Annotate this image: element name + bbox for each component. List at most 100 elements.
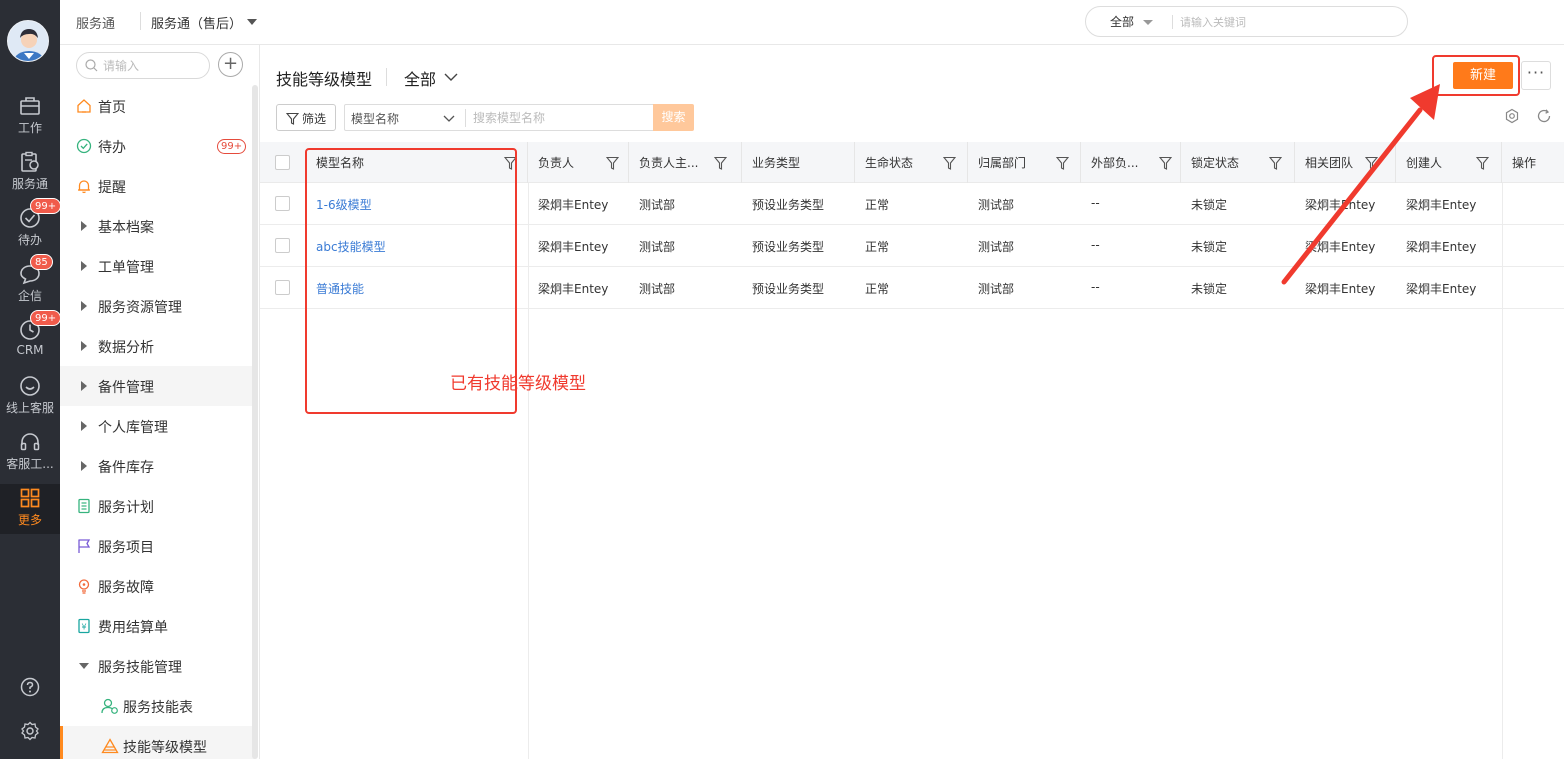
rail-item-4[interactable]: 企信 85 [0, 254, 60, 316]
home-icon [76, 98, 92, 114]
menu-item[interactable]: 技能等级模型 [60, 726, 255, 759]
menu-item[interactable]: 提醒 [60, 166, 255, 206]
module-menu: + 首页待办 99+ 提醒基本档案工单管理服务资源管理数据分析备件管理个人库管理备件… [60, 45, 260, 759]
column-filter-icon[interactable] [942, 156, 957, 174]
menu-item[interactable]: ¥ 费用结算单 [60, 606, 255, 646]
global-search-scope[interactable]: 全部 [1110, 13, 1134, 30]
menu-search [76, 52, 210, 79]
breadcrumb-module[interactable]: 服务通（售后） [151, 13, 242, 32]
row-checkbox[interactable] [275, 196, 290, 211]
menu-item-label: 服务技能管理 [98, 660, 182, 676]
column-filter-icon[interactable] [713, 156, 728, 174]
menu-item[interactable]: 服务资源管理 [60, 286, 255, 326]
table-cell: 测试部 [978, 240, 1015, 254]
yuan-doc-icon: ¥ [76, 618, 92, 634]
column-filter-icon[interactable] [1475, 156, 1490, 174]
menu-item[interactable]: 备件库存 [60, 446, 255, 486]
add-menu-button[interactable]: + [218, 52, 243, 77]
rail-item-1[interactable]: 工作 [0, 92, 60, 148]
menu-item[interactable]: 个人库管理 [60, 406, 255, 446]
menu-item[interactable]: 数据分析 [60, 326, 255, 366]
more-actions-button[interactable]: ··· [1521, 61, 1551, 90]
column-header[interactable]: 生命状态 [855, 142, 968, 183]
menu-item-label: 技能等级模型 [123, 740, 207, 756]
menu-item[interactable]: 基本档案 [60, 206, 255, 246]
rail-item-3[interactable]: 待办 99+ [0, 198, 62, 260]
settings-gear-icon[interactable] [0, 721, 60, 745]
chevron-down-icon[interactable] [444, 71, 458, 81]
menu-search-input[interactable] [103, 57, 203, 75]
refresh-icon[interactable] [1536, 108, 1552, 128]
column-header[interactable]: 负责人主... [629, 142, 742, 183]
column-header[interactable]: 外部负... [1081, 142, 1181, 183]
rail-item-label: 线上客服 [5, 401, 54, 415]
table-cell: -- [1091, 196, 1100, 210]
search-divider [465, 109, 466, 127]
column-filter-icon[interactable] [1158, 156, 1173, 174]
breadcrumb-app[interactable]: 服务通 [76, 13, 115, 32]
column-header[interactable]: 业务类型 [742, 142, 855, 183]
filter-icon [286, 112, 299, 125]
menu-scrollbar[interactable] [252, 85, 258, 759]
menu-item-label: 个人库管理 [98, 420, 168, 436]
chevron-down-icon[interactable] [247, 19, 257, 25]
settings-icon[interactable] [1504, 108, 1520, 128]
bell-icon [76, 178, 92, 194]
column-header[interactable]: 归属部门 [968, 142, 1081, 183]
menu-item[interactable]: 服务计划 [60, 486, 255, 526]
global-search-input[interactable] [1180, 12, 1390, 32]
list-search-input[interactable] [473, 109, 648, 127]
avatar[interactable] [7, 20, 49, 62]
caret-right-icon [81, 341, 87, 351]
column-filter-icon[interactable] [605, 156, 620, 174]
column-header[interactable]: 负责人 [528, 142, 629, 183]
search-button[interactable]: 搜索 [653, 104, 694, 131]
menu-item[interactable]: 待办 99+ [60, 126, 255, 166]
menu-item[interactable]: 工单管理 [60, 246, 255, 286]
rail-item-label: 客服工... [6, 457, 54, 471]
menu-item[interactable]: 服务项目 [60, 526, 255, 566]
menu-item[interactable]: 首页 [60, 86, 255, 126]
check-circle-icon [76, 138, 92, 154]
caret-right-icon [81, 461, 87, 471]
table-cell: 正常 [865, 282, 890, 296]
select-all-checkbox[interactable] [275, 155, 290, 170]
row-checkbox[interactable] [275, 280, 290, 295]
column-filter-icon[interactable] [1055, 156, 1070, 174]
menu-item[interactable]: 服务技能管理 [60, 646, 255, 686]
svg-text:¥: ¥ [81, 623, 86, 632]
filter-button[interactable]: 筛选 [276, 104, 336, 131]
column-header[interactable]: 操作 [1502, 142, 1564, 183]
row-checkbox[interactable] [275, 238, 290, 253]
menu-item-label: 备件管理 [98, 380, 154, 396]
column-header-label: 生命状态 [865, 156, 914, 170]
caret-down-icon[interactable] [1143, 20, 1153, 25]
column-header-label: 外部负... [1091, 156, 1139, 170]
briefcase-icon [0, 95, 60, 117]
menu-item-label: 服务资源管理 [98, 300, 182, 316]
global-search: 全部 [1085, 6, 1408, 37]
rail-item-5[interactable]: CRM 99+ [0, 310, 62, 372]
rail-item-8[interactable]: 更多 [0, 484, 60, 534]
triangle-level-icon [101, 738, 119, 754]
rail-item-label: 企信 [17, 289, 42, 303]
smile-chat-icon [0, 375, 60, 397]
caret-down-icon [79, 663, 89, 669]
left-rail: 工作 服务通 待办 99+ 企信 85 CRM 99+ 线上客服客服工... 更多 [0, 0, 62, 759]
user-skill-icon [101, 698, 118, 714]
table-cell: 测试部 [978, 282, 1015, 296]
search-field-select[interactable]: 模型名称 [351, 110, 399, 127]
rail-item-7[interactable]: 客服工... [0, 428, 60, 484]
view-scope-select[interactable]: 全部 [404, 66, 436, 90]
menu-item-label: 服务技能表 [123, 700, 193, 716]
menu-item-label: 数据分析 [98, 340, 154, 356]
menu-item[interactable]: 服务技能表 [60, 686, 255, 726]
plan-list-icon [76, 498, 92, 514]
rail-item-6[interactable]: 线上客服 [0, 372, 60, 428]
menu-item[interactable]: 备件管理 [60, 366, 255, 406]
menu-item[interactable]: 服务故障 [60, 566, 255, 606]
rail-item-2[interactable]: 服务通 [0, 148, 60, 204]
menu-item-label: 提醒 [98, 180, 126, 196]
help-icon[interactable] [0, 677, 60, 701]
chevron-down-icon[interactable] [443, 112, 455, 127]
